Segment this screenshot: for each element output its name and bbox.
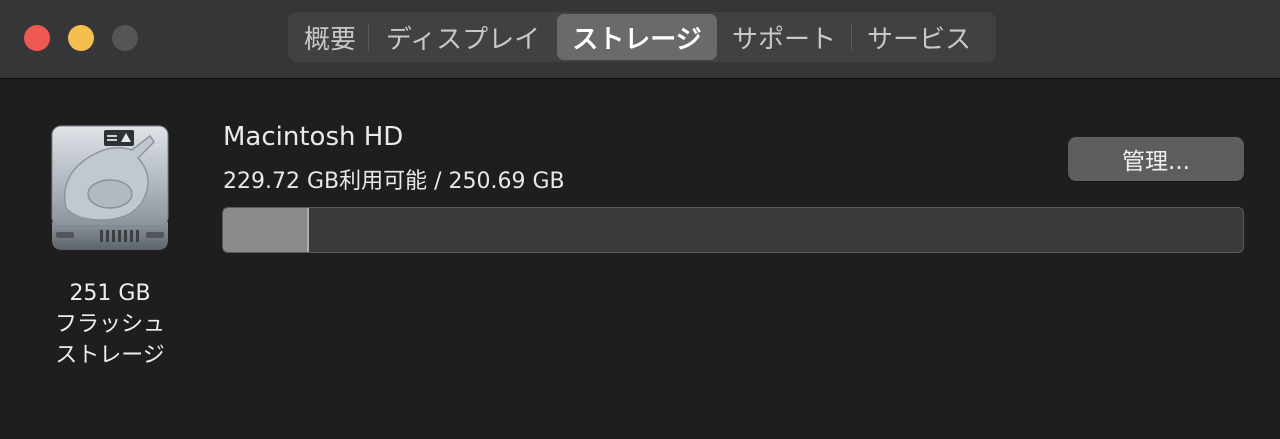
disk-name: Macintosh HD bbox=[223, 122, 404, 152]
drive-type-line1: フラッシュ bbox=[54, 312, 165, 337]
storage-usage-bar bbox=[222, 207, 1244, 253]
tab-support[interactable]: サポート bbox=[717, 14, 851, 60]
tab-label: サポート bbox=[731, 24, 836, 55]
drive-size: 251 GB bbox=[69, 281, 151, 306]
tab-label: ディスプレイ bbox=[385, 24, 541, 55]
minimize-button[interactable] bbox=[68, 25, 94, 51]
tab-displays[interactable]: ディスプレイ bbox=[369, 14, 557, 60]
tab-label: サービス bbox=[866, 24, 971, 55]
tab-overview[interactable]: 概要 bbox=[292, 14, 368, 60]
tab-bar: 概要 ディスプレイ ストレージ サポート サービス bbox=[288, 12, 996, 62]
storage-usage-fill bbox=[223, 208, 309, 252]
disk-capacity: 229.72 GB利用可能 / 250.69 GB bbox=[223, 169, 565, 194]
title-bar: 概要 ディスプレイ ストレージ サポート サービス bbox=[0, 0, 1280, 79]
tab-storage[interactable]: ストレージ bbox=[557, 14, 717, 60]
zoom-button bbox=[112, 25, 138, 51]
drive-type-line2: ストレージ bbox=[55, 343, 165, 368]
hard-drive-icon bbox=[51, 125, 169, 250]
tab-label: ストレージ bbox=[572, 24, 702, 55]
drive-caption: 251 GB フラッシュ ストレージ bbox=[40, 278, 180, 371]
tab-label: 概要 bbox=[303, 24, 356, 55]
tab-service[interactable]: サービス bbox=[852, 14, 986, 60]
close-button[interactable] bbox=[24, 25, 50, 51]
manage-button[interactable]: 管理... bbox=[1068, 137, 1244, 181]
